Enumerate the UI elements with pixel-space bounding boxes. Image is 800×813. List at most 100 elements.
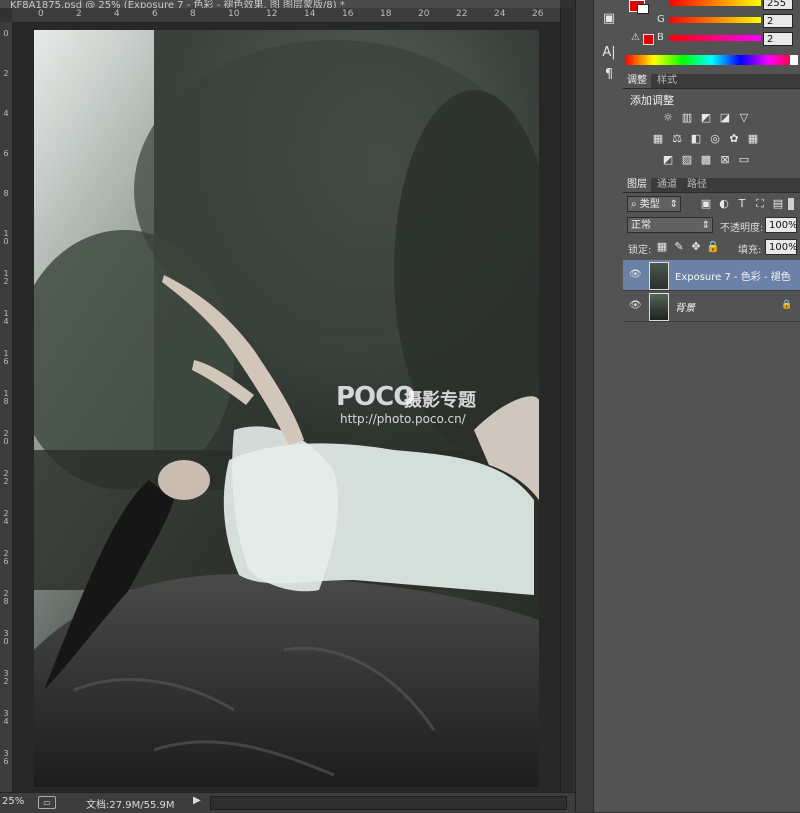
document-canvas-image[interactable]: POCO 摄影专题 http://photo.poco.cn/ <box>34 30 539 787</box>
green-slider-row: G 2 <box>623 12 800 30</box>
opacity-field[interactable]: 100% <box>765 217 798 233</box>
ruler-tick-label: 4 <box>3 109 9 118</box>
invert-icon[interactable]: ◩ <box>661 154 675 166</box>
channel-mixer-icon[interactable]: ✿ <box>727 133 741 145</box>
eye-icon[interactable]: 👁 <box>629 269 642 281</box>
lock-move-icon[interactable]: ✥ <box>689 241 703 253</box>
dropdown-arrow-icon: ⇕ <box>701 220 710 231</box>
gamut-swatch[interactable] <box>643 34 654 45</box>
blue-slider[interactable] <box>669 35 761 41</box>
layer-filter-select[interactable]: ⌕ 类型 ⇕ <box>627 196 681 212</box>
layers-empty-area[interactable] <box>623 322 800 812</box>
levels-icon[interactable]: ▥ <box>680 112 694 124</box>
blue-value-field[interactable]: 2 <box>763 32 793 46</box>
warning-icon[interactable]: ⚠ <box>631 32 640 43</box>
top-value-field[interactable]: 255 <box>763 0 793 10</box>
ruler-tick-label: 14 <box>3 309 9 326</box>
ruler-tick-label: 30 <box>3 629 9 646</box>
ruler-tick-label: 36 <box>3 749 9 766</box>
opacity-label: 不透明度: <box>720 223 764 234</box>
hue-saturation-icon[interactable]: ▦ <box>651 133 665 145</box>
tab-paths[interactable]: 路径 <box>683 178 711 192</box>
tab-channels[interactable]: 通道 <box>653 178 681 192</box>
ruler-tick-label: 34 <box>3 709 9 726</box>
ruler-tick-label: 26 <box>3 549 9 566</box>
tab-adjustments[interactable]: 调整 <box>623 74 651 88</box>
filter-adjustment-icon[interactable]: ◐ <box>717 198 731 210</box>
photo-filter-icon[interactable]: ◎ <box>708 133 722 145</box>
status-preview-icon[interactable]: ▭ <box>38 796 56 809</box>
lock-icon[interactable]: 🔒 <box>781 300 792 310</box>
ruler-tick-label: 8 <box>3 189 9 198</box>
green-value-field[interactable]: 2 <box>763 14 793 28</box>
watermark-subtitle: 摄影专题 <box>404 390 476 411</box>
status-bar: 25% ▭ 文档:27.9M/55.9M ▶ <box>0 792 575 813</box>
layer-thumbnail <box>649 293 669 321</box>
filter-smartobject-icon[interactable]: ▤ <box>771 198 785 210</box>
ruler-tick-label: 28 <box>3 589 9 606</box>
filter-kind-label: 类型 <box>639 199 660 210</box>
ruler-tick-label: 12 <box>266 9 278 19</box>
lock-icon[interactable]: 🔒 <box>706 241 720 253</box>
swatch-panel-icon[interactable]: ▣ <box>599 10 619 28</box>
spectrum-white-end[interactable] <box>790 55 798 65</box>
top-color-slider[interactable] <box>669 0 761 6</box>
lock-transparency-icon[interactable]: ▦ <box>655 241 669 253</box>
ruler-tick-label: 10 <box>3 229 9 246</box>
ruler-tick-label: 2 <box>76 9 82 19</box>
filter-pixel-icon[interactable]: ▣ <box>699 198 713 210</box>
panel-divider-strip <box>575 0 594 812</box>
filter-toggle[interactable] <box>788 198 794 210</box>
filter-type-icon[interactable]: T <box>735 198 749 210</box>
ruler-tick-label: 6 <box>3 149 9 158</box>
ruler-tick-label: 8 <box>190 9 196 19</box>
layer-row-exposure[interactable]: 👁 Exposure 7 - 色彩 - 褪色 ... <box>623 260 800 291</box>
selective-color-icon[interactable]: ⊠ <box>718 154 732 166</box>
curves-icon[interactable]: ◩ <box>699 112 713 124</box>
horizontal-ruler[interactable]: 0 2 4 6 8 10 12 14 16 18 20 22 24 26 <box>12 8 560 23</box>
layers-tabbar: 图层 通道 路径 <box>623 178 800 193</box>
ruler-tick-label: 26 <box>532 9 544 19</box>
layer-row-background[interactable]: 👁 背景 🔒 <box>623 291 800 322</box>
ruler-tick-label: 18 <box>380 9 392 19</box>
green-label: G <box>657 14 665 25</box>
document-vertical-scrollbar[interactable] <box>560 8 573 792</box>
adjustments-tabbar: 调整 样式 <box>623 74 800 89</box>
text-tool-icon[interactable]: A| <box>599 44 619 62</box>
watermark-url: http://photo.poco.cn/ <box>340 412 466 426</box>
status-menu-arrow-icon[interactable]: ▶ <box>193 795 201 806</box>
brightness-icon[interactable]: ☼ <box>661 112 675 124</box>
vertical-ruler[interactable]: 024681012141618202224262830323436 <box>0 22 13 792</box>
search-icon: ⌕ <box>631 199 637 210</box>
color-lookup-icon[interactable]: ▦ <box>746 133 760 145</box>
paragraph-icon[interactable]: ¶ <box>599 66 619 84</box>
collapsed-panel-dock: ▣ A| ¶ <box>593 0 624 812</box>
ruler-tick-label: 6 <box>152 9 158 19</box>
black-white-icon[interactable]: ◧ <box>689 133 703 145</box>
exposure-icon[interactable]: ◪ <box>718 112 732 124</box>
ruler-tick-label: 22 <box>3 469 9 486</box>
green-slider[interactable] <box>669 17 761 23</box>
filter-shape-icon[interactable]: ⛶ <box>753 198 767 210</box>
posterize-icon[interactable]: ▨ <box>680 154 694 166</box>
document-title-bar[interactable]: KF8A1875.psd @ 25% (Exposure 7 - 色彩 - 褪色… <box>0 0 560 8</box>
ruler-tick-label: 4 <box>114 9 120 19</box>
color-balance-icon[interactable]: ⚖ <box>670 133 684 145</box>
ruler-tick-label: 20 <box>3 429 9 446</box>
tab-layers[interactable]: 图层 <box>623 178 651 192</box>
zoom-level[interactable]: 25% <box>2 796 24 807</box>
blend-mode-select[interactable]: 正常 ⇕ <box>627 217 713 233</box>
blue-slider-row: ⚠ B 2 <box>623 30 800 48</box>
eye-icon[interactable]: 👁 <box>629 300 642 312</box>
color-spectrum-ramp[interactable] <box>625 55 798 65</box>
ruler-tick-label: 0 <box>38 9 44 19</box>
horizontal-scrollbar[interactable] <box>210 796 567 810</box>
vibrance-icon[interactable]: ▽ <box>737 112 751 124</box>
threshold-icon[interactable]: ▩ <box>699 154 713 166</box>
lock-brush-icon[interactable]: ✎ <box>672 241 686 253</box>
tab-styles[interactable]: 样式 <box>653 74 681 88</box>
ruler-tick-label: 24 <box>3 509 9 526</box>
gradient-map-icon[interactable]: ▭ <box>737 154 751 166</box>
fill-field[interactable]: 100% <box>765 239 798 255</box>
document-title: KF8A1875.psd @ 25% (Exposure 7 - 色彩 - 褪色… <box>10 0 345 8</box>
